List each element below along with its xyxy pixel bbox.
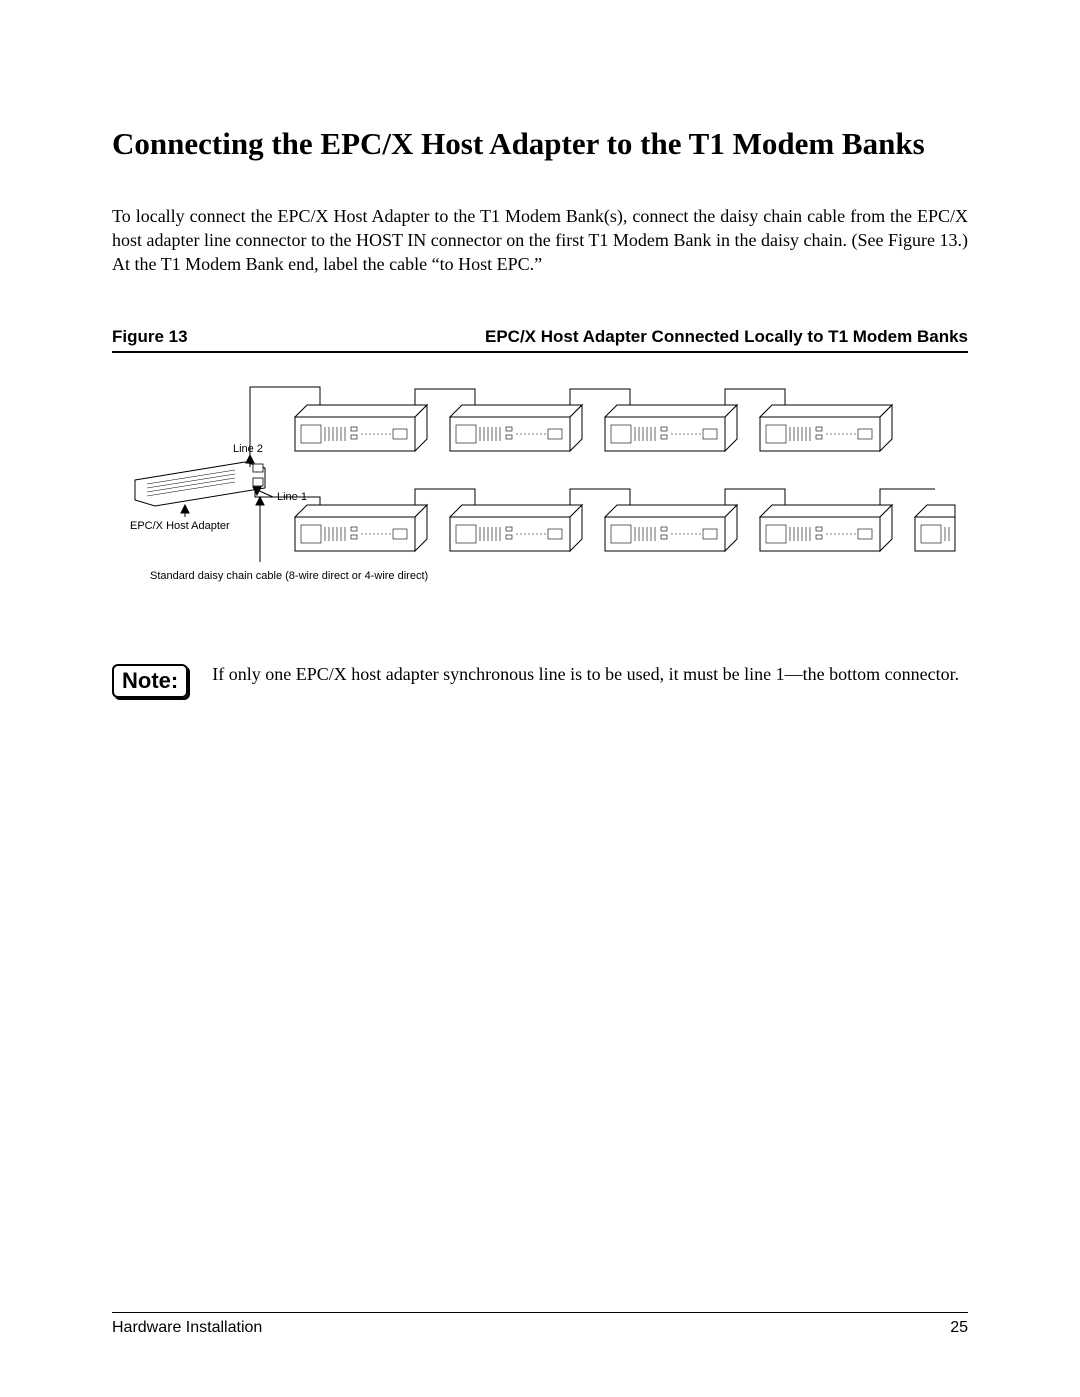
section-heading: Connecting the EPC/X Host Adapter to the…: [112, 125, 968, 164]
footer-page-number: 25: [950, 1319, 968, 1337]
diagram-cable-caption: Standard daisy chain cable (8-wire direc…: [150, 570, 428, 582]
footer-section: Hardware Installation: [112, 1319, 262, 1337]
diagram-label-adapter: EPC/X Host Adapter: [130, 520, 230, 532]
intro-paragraph: To locally connect the EPC/X Host Adapte…: [112, 204, 968, 277]
figure-title: EPC/X Host Adapter Connected Locally to …: [485, 327, 968, 347]
note-callout: Note: If only one EPC/X host adapter syn…: [112, 662, 968, 698]
figure-diagram: Line 2 Line 1 EPC/X Host Adapter Standar…: [112, 367, 968, 602]
note-text: If only one EPC/X host adapter synchrono…: [212, 662, 959, 686]
figure-label: Figure 13: [112, 327, 188, 347]
figure-header: Figure 13 EPC/X Host Adapter Connected L…: [112, 327, 968, 353]
page-footer: Hardware Installation 25: [112, 1312, 968, 1337]
diagram-label-line1: Line 1: [277, 491, 307, 503]
diagram-label-line2: Line 2: [233, 443, 263, 455]
note-badge: Note:: [112, 664, 188, 698]
